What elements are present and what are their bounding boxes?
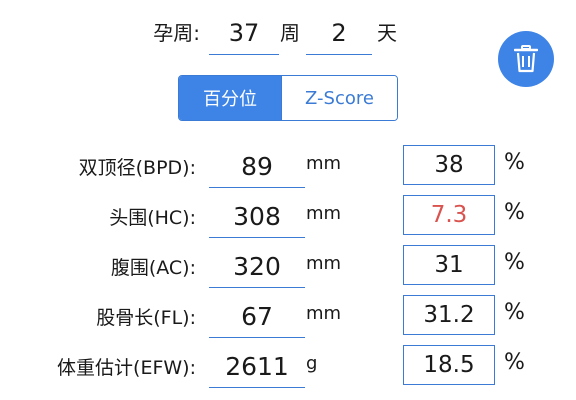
gestational-age-label: 孕周: [153, 21, 200, 45]
efw-input[interactable]: 2611 [209, 345, 305, 388]
weeks-input[interactable]: 37 [209, 12, 279, 55]
fl-input[interactable]: 67 [209, 295, 305, 338]
measurement-row-efw: 体重估计(EFW): 2611 g 18.5 % [0, 345, 576, 395]
hc-percentile: 7.3 [403, 195, 495, 235]
weeks-unit: 周 [280, 21, 300, 45]
days-unit: 天 [377, 21, 397, 45]
percentile-tab[interactable]: 百分位 [179, 76, 281, 120]
fl-percent-sign: % [504, 300, 525, 325]
bpd-percentile: 38 [403, 145, 495, 185]
efw-percentile: 18.5 [403, 345, 495, 385]
fetal-growth-calculator: 孕周: 37 周 2 天 百分位 Z-Score 双顶径(BPD): 89 mm… [0, 0, 576, 400]
bpd-percent-sign: % [504, 150, 525, 175]
bpd-unit: mm [306, 153, 342, 174]
trash-icon [514, 45, 538, 73]
bpd-label: 双顶径(BPD): [78, 157, 196, 179]
ac-input[interactable]: 320 [209, 245, 305, 288]
hc-label: 头围(HC): [109, 207, 196, 229]
fl-unit: mm [306, 303, 342, 324]
bpd-input[interactable]: 89 [209, 145, 305, 188]
measurement-row-fl: 股骨长(FL): 67 mm 31.2 % [0, 295, 576, 345]
measurement-row-hc: 头围(HC): 308 mm 7.3 % [0, 195, 576, 245]
measurement-row-bpd: 双顶径(BPD): 89 mm 38 % [0, 145, 576, 195]
efw-unit: g [306, 353, 318, 374]
ac-label: 腹围(AC): [110, 257, 196, 279]
hc-unit: mm [306, 203, 342, 224]
days-input[interactable]: 2 [306, 12, 372, 55]
ac-percentile: 31 [403, 245, 495, 285]
ac-unit: mm [306, 253, 342, 274]
measurement-row-ac: 腹围(AC): 320 mm 31 % [0, 245, 576, 295]
efw-percent-sign: % [504, 350, 525, 375]
hc-percent-sign: % [504, 200, 525, 225]
ac-percent-sign: % [504, 250, 525, 275]
fl-label: 股骨长(FL): [96, 307, 196, 329]
mode-toggle: 百分位 Z-Score [178, 75, 398, 121]
delete-button[interactable] [498, 31, 554, 87]
efw-label: 体重估计(EFW): [57, 357, 196, 379]
z-score-tab[interactable]: Z-Score [281, 76, 397, 120]
hc-input[interactable]: 308 [209, 195, 305, 238]
fl-percentile: 31.2 [403, 295, 495, 335]
